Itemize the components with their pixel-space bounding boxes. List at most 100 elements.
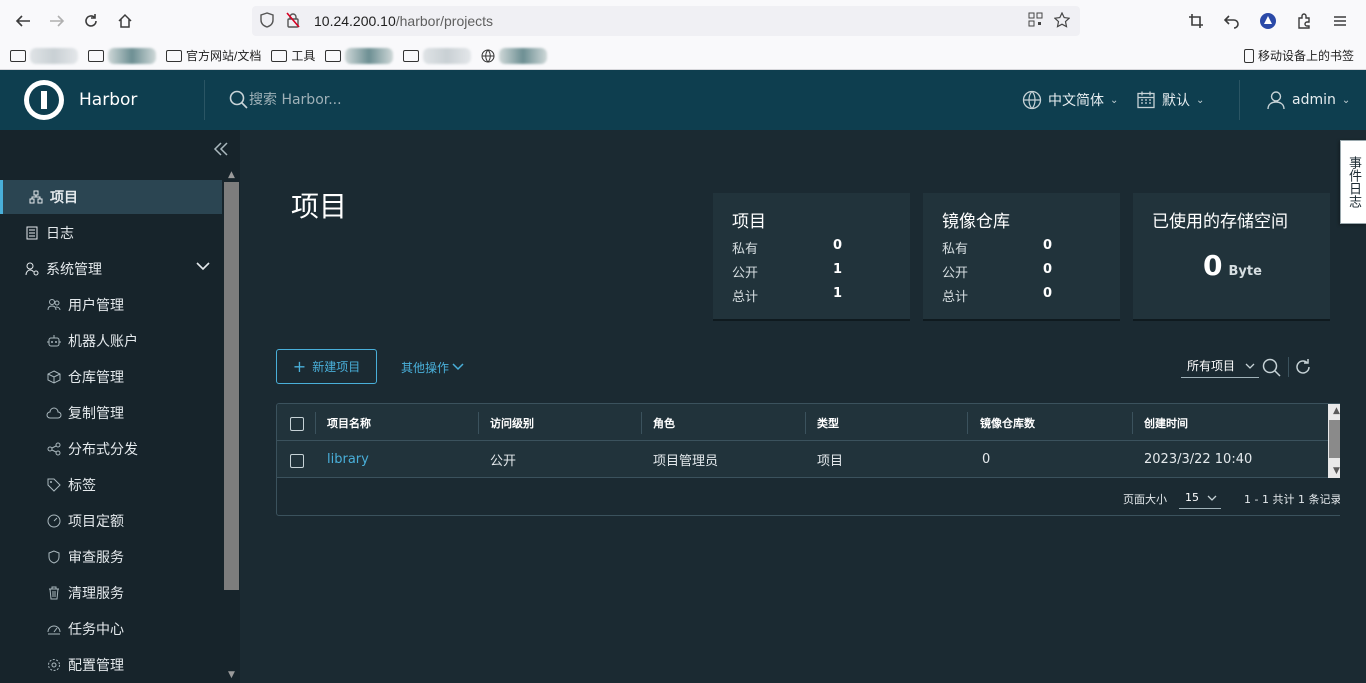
projects-summary-card: 项目 私有 0 公开 1 总计 1 [713,193,910,319]
undo-icon[interactable] [1214,4,1250,38]
sidebar-item-label: 项目 [50,190,78,206]
sidebar-item-label: 分布式分发 [68,442,138,458]
date-format-selector[interactable]: 默认 ⌄ [1136,88,1204,112]
sidebar-item-label: 复制管理 [68,406,124,422]
row-select-checkbox[interactable] [290,454,304,468]
folder-icon [166,49,182,62]
sidebar-scrollbar[interactable]: ▲ ▼ [223,168,240,683]
role-cell: 项目管理员 [653,454,719,469]
other-actions-dropdown[interactable]: 其他操作 [401,357,464,377]
blurred-label [108,47,156,64]
folder-icon [88,49,104,62]
chevron-down-icon [1207,495,1217,501]
stat-label: 公开 [942,266,969,281]
column-header-name[interactable]: 项目名称 [327,404,371,441]
bookmark-folder[interactable] [403,45,472,67]
mobile-bookmarks-label: 移动设备上的书签 [1257,49,1354,63]
bookmark-site[interactable] [481,45,548,67]
menu-icon[interactable] [1322,4,1358,38]
mobile-bookmarks[interactable]: 移动设备上的书签 [1243,47,1354,64]
collapse-sidebar-icon[interactable] [210,138,232,160]
stat-value: 0 [832,238,842,253]
repositories-summary-card: 镜像仓库 私有 0 公开 0 总计 0 [923,193,1120,319]
card-title: 已使用的存储空间 [1152,212,1288,232]
url-bar[interactable]: 10.24.200.10/harbor/projects [252,6,1080,36]
trash-icon [46,585,62,601]
select-all-checkbox[interactable] [290,417,304,431]
project-filter-select[interactable]: 所有项目 [1181,354,1259,378]
new-project-button[interactable]: + 新建项目 [276,349,377,384]
sidebar-item-labels[interactable]: 标签 [0,468,222,502]
repo-count-cell: 0 [982,452,991,467]
browser-toolbar: 10.24.200.10/harbor/projects [0,0,1366,42]
qr-code-icon[interactable] [1028,12,1043,31]
home-icon[interactable] [108,4,142,38]
bookmark-folder[interactable] [10,45,78,67]
url-text[interactable]: 10.24.200.10/harbor/projects [314,13,493,29]
stat-value: 1 [832,286,842,301]
sidebar-item-configuration[interactable]: 配置管理 [0,648,222,682]
sidebar-item-robot-accounts[interactable]: 机器人账户 [0,324,222,358]
scrollbar-thumb[interactable] [224,182,239,590]
global-search-input[interactable] [249,88,549,112]
scroll-down-arrow-icon[interactable]: ▼ [226,670,237,681]
storage-amount: 0 [1203,249,1223,282]
storage-unit: Byte [1228,264,1262,279]
sidebar-item-label: 配置管理 [68,658,124,674]
header-divider [1239,80,1240,120]
column-header-role[interactable]: 角色 [653,404,675,441]
sidebar-item-interrogation-services[interactable]: 审查服务 [0,540,222,574]
sidebar-item-logs[interactable]: 日志 [0,216,222,250]
header-divider [204,80,205,120]
forward-arrow-icon[interactable] [40,4,74,38]
chevron-down-icon: ⌄ [1196,94,1205,106]
cloud-replication-icon [46,405,62,421]
sidebar-item-projects[interactable]: 项目 [0,180,222,214]
extensions-icon[interactable] [1286,4,1322,38]
project-filter-label: 所有项目 [1187,359,1236,373]
scroll-up-arrow-icon[interactable]: ▲ [226,170,237,181]
chevron-down-icon[interactable] [196,261,210,271]
insecure-lock-icon[interactable] [286,12,300,32]
page-size-select[interactable]: 15 [1179,487,1221,509]
harbor-logo-icon[interactable] [24,80,64,120]
sidebar-item-job-service[interactable]: 任务中心 [0,612,222,646]
column-header-type[interactable]: 类型 [817,404,839,441]
shield-icon[interactable] [260,12,274,32]
user-menu[interactable]: admin ⌄ [1266,88,1350,112]
refresh-icon[interactable] [1293,357,1313,377]
folder-icon [325,49,342,62]
share-icon [46,441,62,457]
bookmark-folder[interactable] [325,45,394,67]
crop-icon[interactable] [1178,4,1214,38]
project-name-link[interactable]: library [327,441,369,478]
reload-icon[interactable] [74,4,108,38]
table-row[interactable]: library 公开 项目管理员 项目 0 2023/3/22 10:40 [277,441,1328,478]
sidebar-item-project-quotas[interactable]: 项目定额 [0,504,222,538]
stat-value: 0 [1042,286,1052,301]
column-separator [805,412,806,434]
account-icon[interactable] [1250,4,1286,38]
bookmark-folder-tools[interactable]: 工具 [271,45,315,67]
column-header-creation-time[interactable]: 创建时间 [1144,404,1188,441]
column-header-access-level[interactable]: 访问级别 [490,404,534,441]
column-header-repo-count[interactable]: 镜像仓库数 [980,404,1035,441]
bookmark-folder[interactable] [88,45,156,67]
bookmark-folder-docs[interactable]: 官方网站/文档 [166,45,261,67]
sidebar-item-distributions[interactable]: 分布式分发 [0,432,222,466]
brand-name[interactable]: Harbor [79,90,137,110]
sidebar-item-clean-up[interactable]: 清理服务 [0,576,222,610]
event-log-tab[interactable]: 事件日志 [1340,140,1366,224]
back-arrow-icon[interactable] [6,4,40,38]
sidebar-item-administration[interactable]: 系统管理 [0,252,222,286]
search-icon[interactable] [229,90,249,110]
stat-row: 私有 0 [942,238,1052,257]
search-icon[interactable] [1262,358,1282,378]
sidebar-item-replications[interactable]: 复制管理 [0,396,222,430]
sidebar-item-registries[interactable]: 仓库管理 [0,360,222,394]
globe-icon [1022,90,1042,110]
language-selector[interactable]: 中文简体 ⌄ [1022,88,1118,112]
bookmark-star-icon[interactable] [1053,11,1071,32]
sidebar-item-user-management[interactable]: 用户管理 [0,288,222,322]
card-title: 项目 [732,212,766,232]
